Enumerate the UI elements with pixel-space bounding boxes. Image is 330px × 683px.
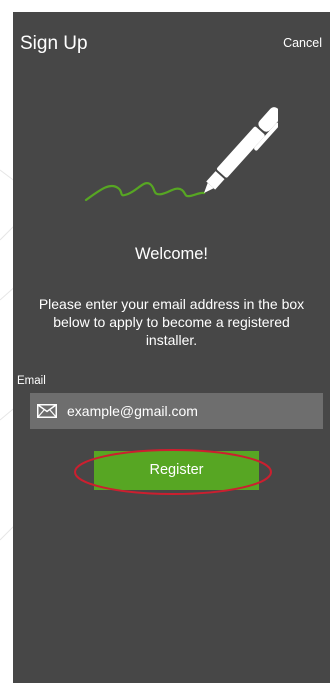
- register-button[interactable]: Register: [94, 451, 259, 490]
- email-label: Email: [17, 375, 46, 387]
- pen-signature-icon: [84, 107, 278, 202]
- email-input[interactable]: example@gmail.com: [67, 393, 198, 429]
- mail-icon: [37, 404, 57, 418]
- cancel-button[interactable]: Cancel: [283, 36, 322, 50]
- email-field[interactable]: example@gmail.com: [30, 393, 323, 429]
- signup-screen: Sign Up Cancel Welcome! Please enter you…: [13, 12, 330, 683]
- instructions-text: Please enter your email address in the b…: [38, 296, 305, 348]
- page-title: Sign Up: [20, 33, 88, 54]
- register-area: Register: [73, 447, 273, 497]
- welcome-heading: Welcome!: [134, 245, 209, 263]
- header: Sign Up Cancel: [13, 12, 330, 72]
